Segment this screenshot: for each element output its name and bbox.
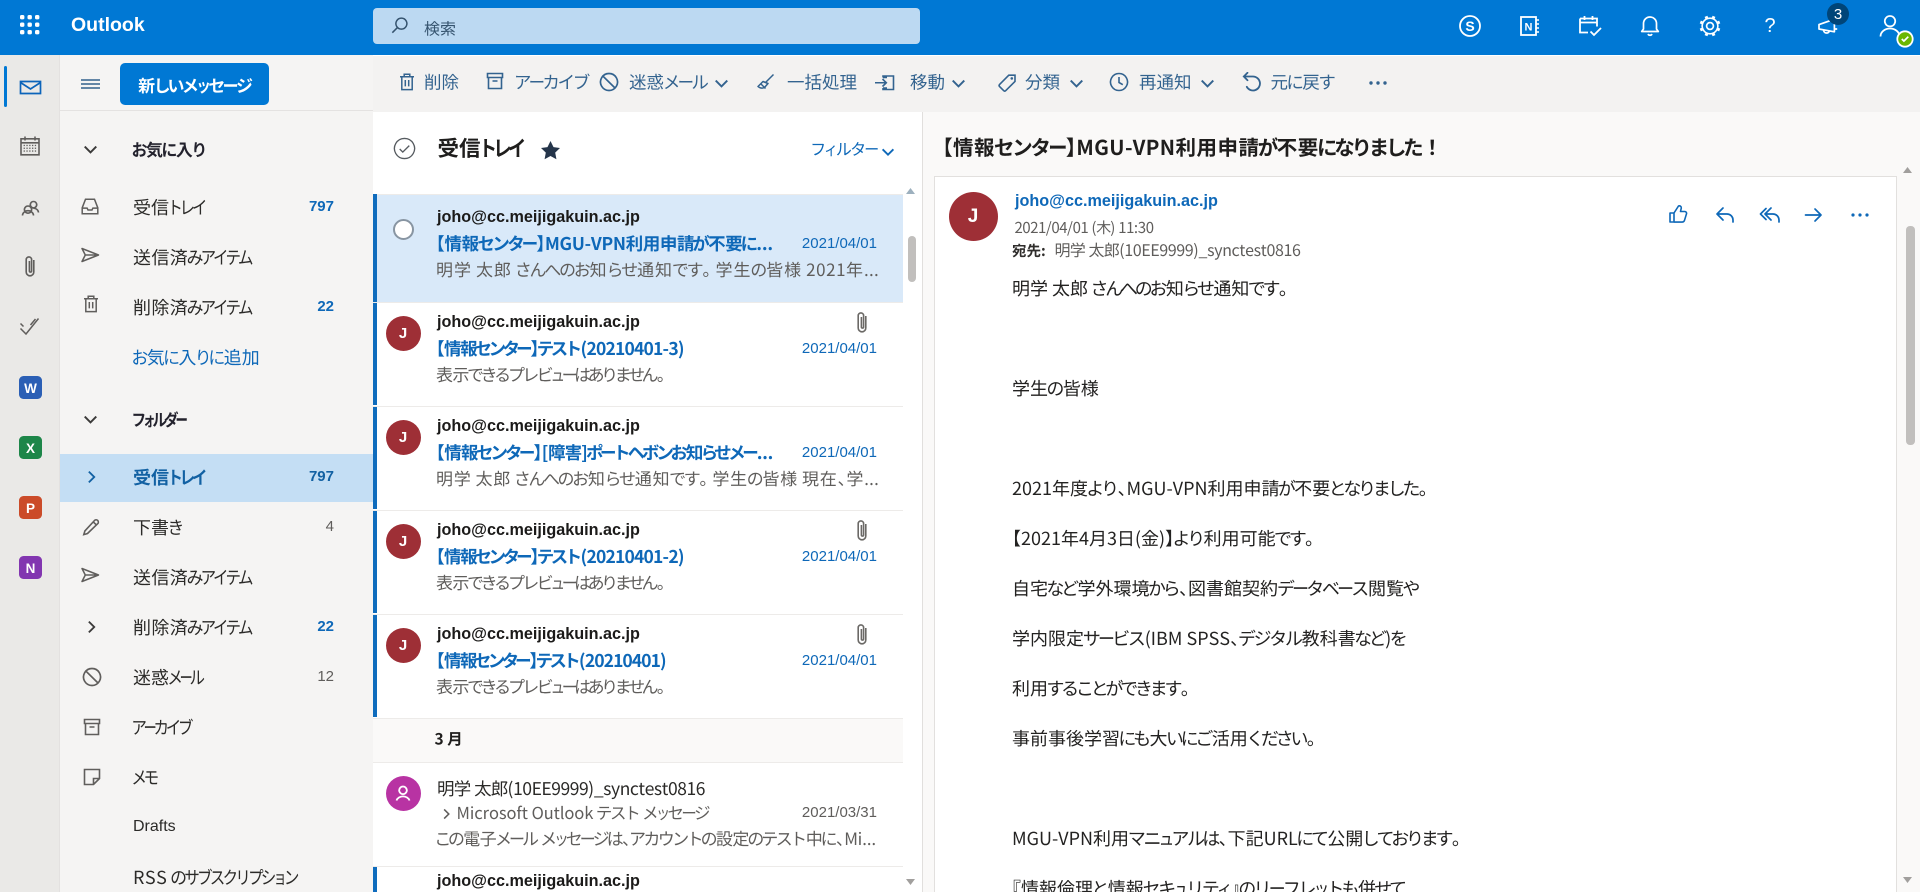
svg-text:N: N xyxy=(1525,22,1533,34)
svg-text:S: S xyxy=(1465,18,1474,34)
svg-text:P: P xyxy=(26,501,35,516)
svg-text:N: N xyxy=(26,561,36,576)
svg-text:X: X xyxy=(26,441,35,456)
svg-text:W: W xyxy=(24,381,37,396)
svg-text:?: ? xyxy=(1764,15,1775,37)
